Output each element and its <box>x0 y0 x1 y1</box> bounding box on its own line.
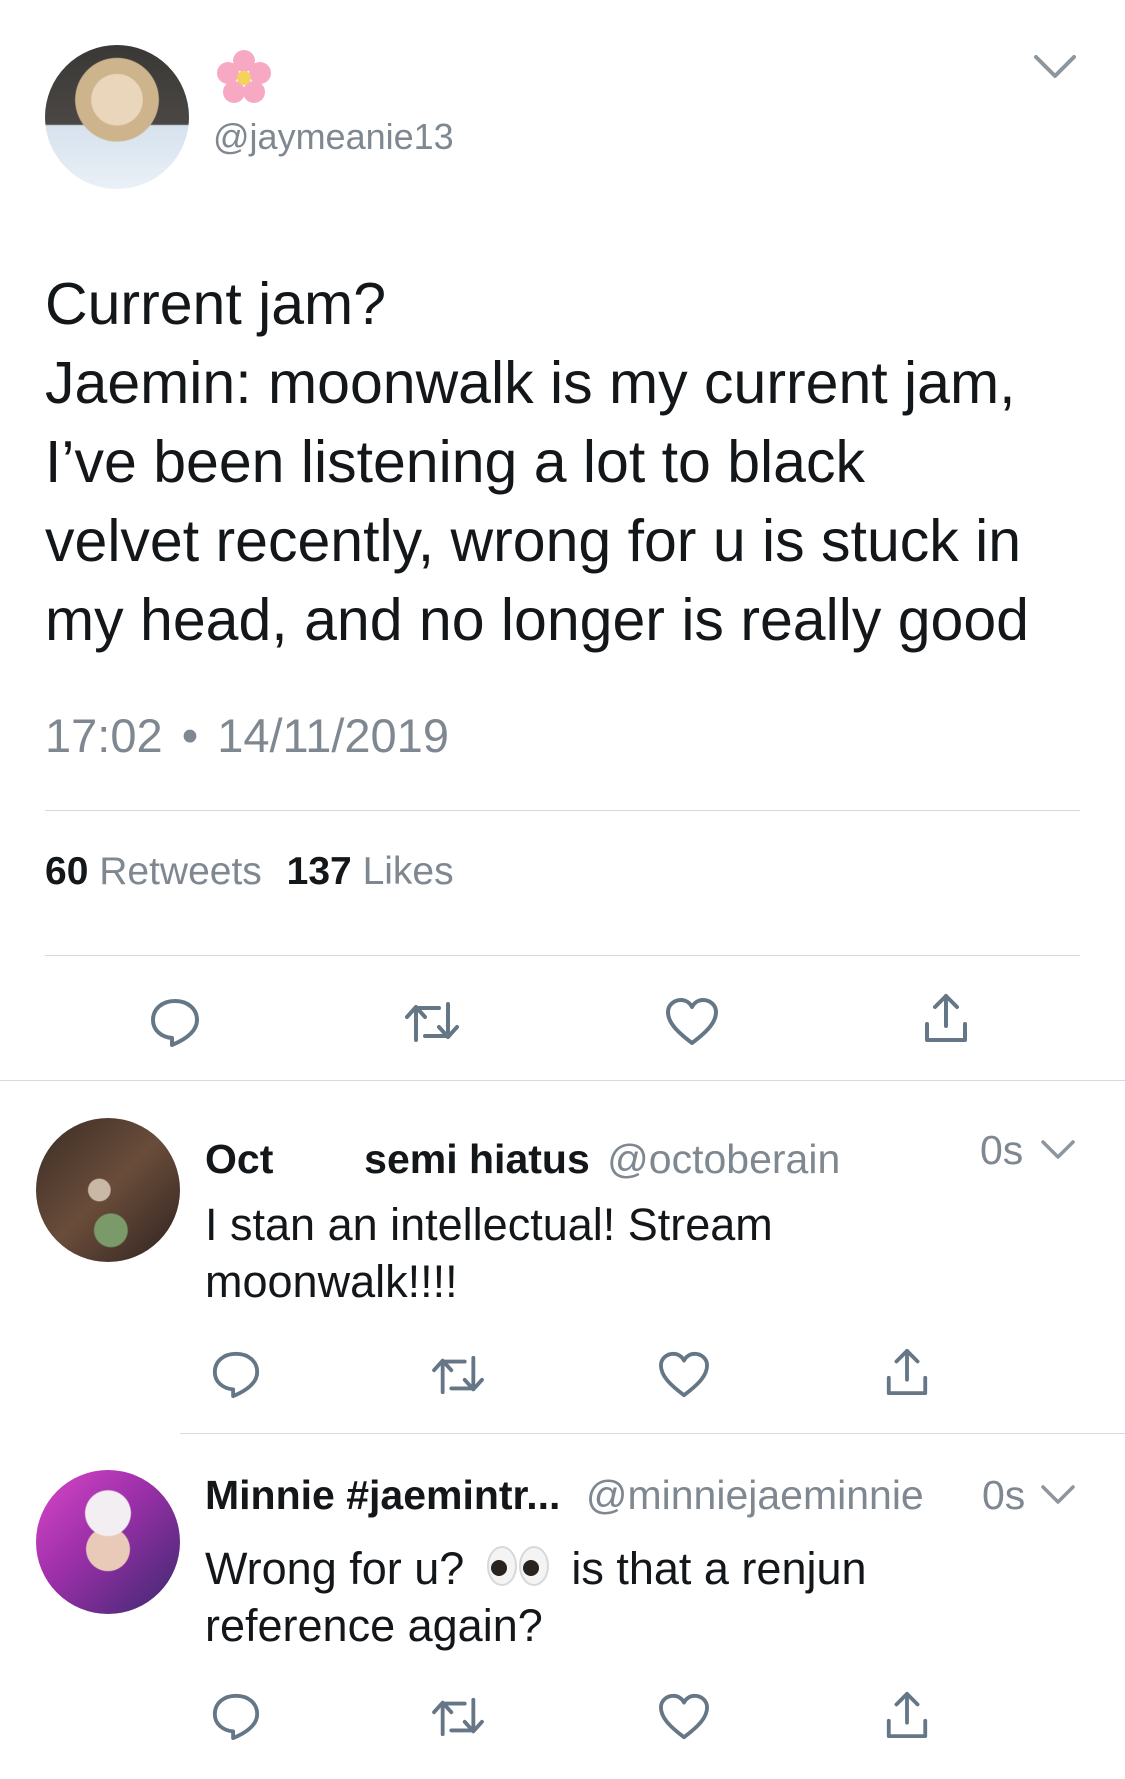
reply-avatar[interactable] <box>36 1470 180 1614</box>
author-avatar[interactable] <box>45 45 189 189</box>
likes-count: 137 <box>286 850 352 893</box>
divider <box>45 810 1080 811</box>
reply-name-part1: Oct <box>205 1136 274 1182</box>
chevron-down-icon[interactable] <box>1040 1483 1076 1507</box>
tweet-date: 14/11/2019 <box>217 709 449 762</box>
reply-time: 0s <box>982 1472 1026 1518</box>
reply-text-line: Wrong for u? is that a renjun <box>205 1540 867 1597</box>
reply-name: Minnie #jaemintr... <box>205 1472 561 1518</box>
engagement-stats: 60 Retweets 137 Likes <box>45 848 454 896</box>
divider <box>0 1080 1125 1081</box>
author-handle[interactable]: @jaymeanie13 <box>213 115 454 159</box>
reply-author: Minnie #jaemintr... @minniejaeminnie <box>205 1470 924 1520</box>
chevron-down-icon[interactable] <box>1032 52 1078 82</box>
share-icon[interactable] <box>883 1688 931 1742</box>
tweet-time: 17:02 <box>45 709 163 762</box>
tweet-timestamp: 17:02 • 14/11/2019 <box>45 708 449 764</box>
reply-text-line: moonwalk!!!! <box>205 1256 458 1307</box>
reply-text-line: reference again? <box>205 1600 543 1651</box>
reply-text-line: I stan an intellectual! Stream <box>205 1199 773 1250</box>
tweet-text: Current jam? Jaemin: moonwalk is my curr… <box>45 265 1095 660</box>
divider <box>45 955 1080 956</box>
reply-text-before: Wrong for u? <box>205 1543 465 1594</box>
tweet-text-line: my head, and no longer is really good <box>45 587 1029 653</box>
reply-handle: @octoberain <box>607 1136 841 1182</box>
likes-label: Likes <box>362 850 454 893</box>
reply-time: 0s <box>980 1127 1024 1173</box>
timestamp-separator: • <box>181 709 199 762</box>
retweets-count: 60 <box>45 850 89 893</box>
eyes-icon <box>485 1544 551 1588</box>
divider <box>180 1433 1125 1434</box>
reply-name-part2: semi hiatus <box>364 1136 590 1182</box>
retweets-stat[interactable]: 60 Retweets <box>45 850 273 893</box>
reply-icon[interactable] <box>210 1348 262 1400</box>
retweets-label: Retweets <box>99 850 262 893</box>
likes-stat[interactable]: 137 Likes <box>287 850 454 893</box>
share-icon[interactable] <box>921 990 971 1046</box>
like-icon[interactable] <box>657 1692 711 1742</box>
reply-avatar[interactable] <box>36 1118 180 1262</box>
tweet-text-line: I’ve been listening a lot to black <box>45 429 865 495</box>
retweet-icon[interactable] <box>403 998 461 1046</box>
reply-icon[interactable] <box>210 1690 262 1742</box>
share-icon[interactable] <box>883 1345 931 1399</box>
flower-icon <box>215 48 273 106</box>
reply-author: Oct semi hiatus @octoberain <box>205 1125 840 1184</box>
like-icon[interactable] <box>664 996 720 1048</box>
reply-text-after: is that a renjun <box>571 1543 867 1594</box>
like-icon[interactable] <box>657 1350 711 1400</box>
reply-text: Wrong for u? is that a renjun reference … <box>205 1540 867 1654</box>
tweet-text-line: Current jam? <box>45 271 387 337</box>
retweet-icon[interactable] <box>430 1352 486 1398</box>
tweet-text-line: Jaemin: moonwalk is my current jam, <box>45 350 1016 416</box>
retweet-icon[interactable] <box>430 1694 486 1740</box>
reply-icon[interactable] <box>148 995 202 1049</box>
tweet-text-line: velvet recently, wrong for u is stuck in <box>45 508 1022 574</box>
reply-handle: @minniejaeminnie <box>585 1472 924 1518</box>
reply-text: I stan an intellectual! Stream moonwalk!… <box>205 1196 773 1310</box>
crescent-moon-icon <box>291 1125 347 1181</box>
chevron-down-icon[interactable] <box>1040 1138 1076 1162</box>
